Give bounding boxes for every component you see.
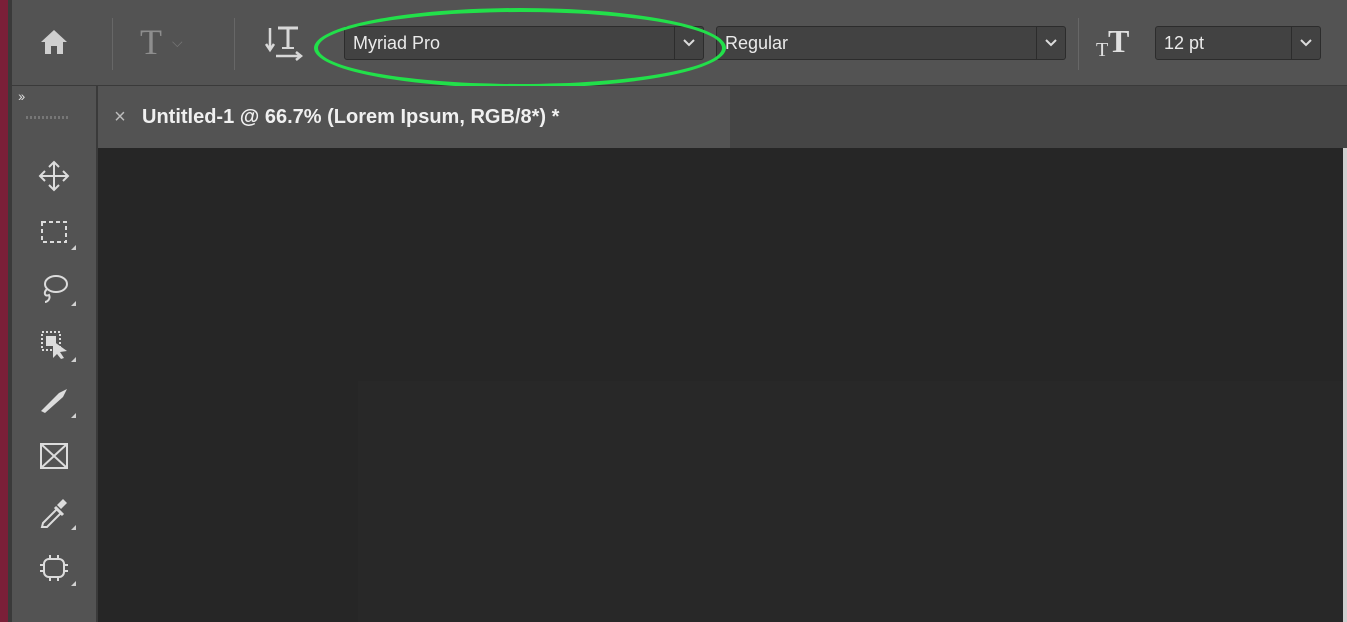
text-orientation-icon <box>264 26 304 61</box>
font-size-value: 12 pt <box>1164 33 1205 53</box>
font-family-value: Myriad Pro <box>353 33 441 53</box>
type-tool-icon: T <box>140 22 162 62</box>
font-family-select[interactable]: Myriad Pro <box>344 26 704 60</box>
tools-panel: ›› <box>12 86 98 622</box>
close-icon[interactable]: × <box>98 106 142 129</box>
tool-group-indicator <box>71 301 76 306</box>
chevron-down-icon[interactable] <box>674 27 703 59</box>
move-tool[interactable] <box>26 152 82 200</box>
move-tool-icon <box>38 160 70 192</box>
spot-healing-tool[interactable] <box>26 544 82 592</box>
home-button[interactable] <box>34 22 74 62</box>
font-size-icon: T T <box>1094 23 1138 62</box>
font-size-select[interactable]: 12 pt <box>1155 26 1321 60</box>
document-tab-title: Untitled-1 @ 66.7% (Lorem Ipsum, RGB/8*)… <box>142 105 560 128</box>
object-selection-tool[interactable] <box>26 320 82 368</box>
panel-grip[interactable] <box>26 116 70 119</box>
frame-tool[interactable] <box>26 432 82 480</box>
window-left-edge <box>0 0 8 622</box>
tool-group-indicator <box>71 357 76 362</box>
lasso-tool[interactable] <box>26 264 82 312</box>
marquee-tool-icon <box>41 221 67 243</box>
eyedropper-tool-icon <box>40 499 67 528</box>
tool-group-indicator <box>71 245 76 250</box>
frame-tool-icon <box>40 443 68 469</box>
crop-tool[interactable] <box>26 376 82 424</box>
separator <box>1078 18 1079 70</box>
document-tab[interactable]: × Untitled-1 @ 66.7% (Lorem Ipsum, RGB/8… <box>98 86 730 148</box>
svg-text:T: T <box>1108 24 1129 59</box>
window-right-edge <box>1343 148 1347 622</box>
tool-group-indicator <box>71 581 76 586</box>
chevron-down-icon: ⌵ <box>172 33 183 50</box>
tool-group-indicator <box>71 413 76 418</box>
svg-text:T: T <box>1096 39 1108 61</box>
document-tab-bar: × Untitled-1 @ 66.7% (Lorem Ipsum, RGB/8… <box>98 86 1347 148</box>
type-tool-preset-picker[interactable]: T ⌵ <box>140 20 220 64</box>
home-icon <box>41 30 67 54</box>
collapse-icon[interactable]: ›› <box>18 88 25 104</box>
eyedropper-tool[interactable] <box>26 488 82 536</box>
font-style-select[interactable]: Regular <box>716 26 1066 60</box>
separator <box>112 18 113 70</box>
chevron-down-icon[interactable] <box>1036 27 1065 59</box>
object-selection-tool-icon <box>41 331 67 359</box>
tool-group-indicator <box>71 525 76 530</box>
options-bar: T ⌵ Myriad Pro Regular T T 12 pt <box>12 0 1347 88</box>
text-orientation-button[interactable] <box>264 22 304 62</box>
separator <box>234 18 235 70</box>
marquee-tool[interactable] <box>26 208 82 256</box>
font-style-value: Regular <box>725 33 789 53</box>
document-canvas[interactable] <box>358 381 1343 622</box>
lasso-tool-icon <box>43 275 68 303</box>
canvas-area[interactable] <box>98 148 1343 622</box>
spot-healing-tool-icon <box>40 555 68 581</box>
crop-tool-icon <box>41 389 67 413</box>
chevron-down-icon[interactable] <box>1291 27 1320 59</box>
